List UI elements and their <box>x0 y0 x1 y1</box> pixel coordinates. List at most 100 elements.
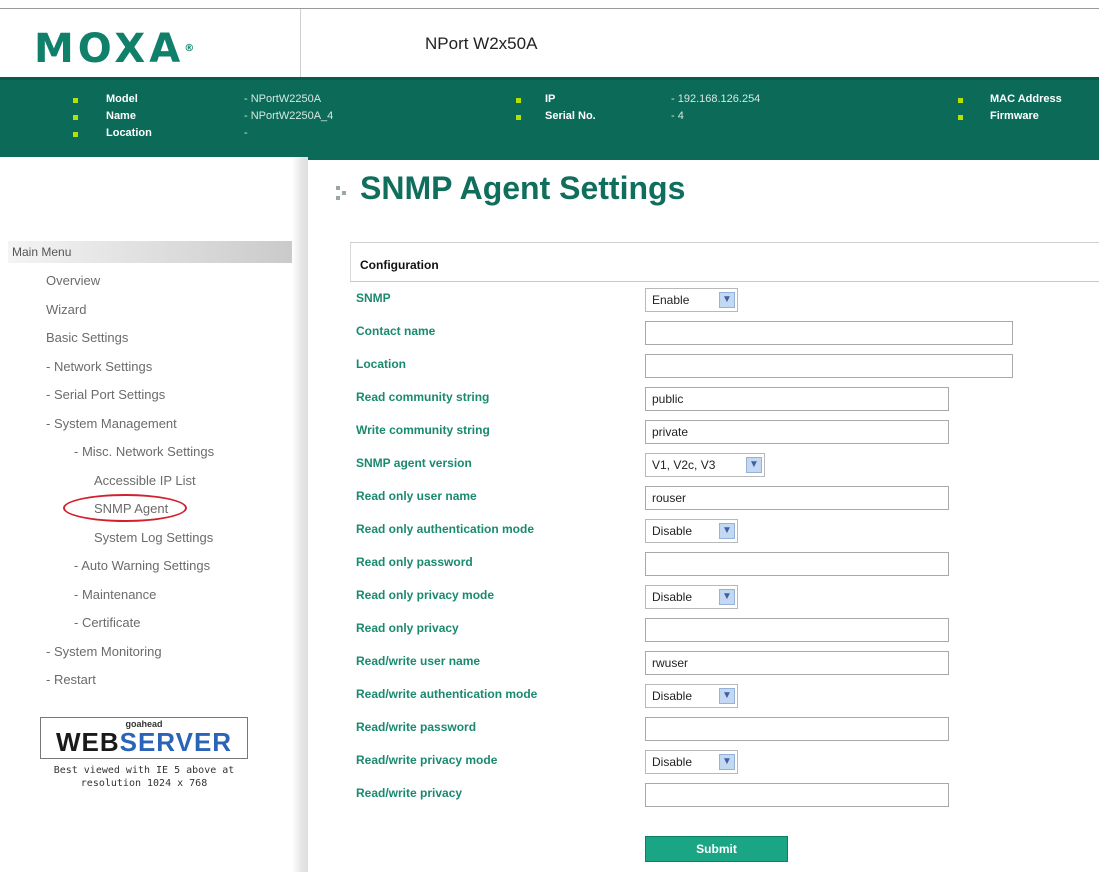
moxa-logo[interactable]: MOXA® <box>34 29 194 69</box>
sidebar-item-misc-network-settings[interactable]: - Misc. Network Settings <box>74 444 214 459</box>
browser-note-line2: resolution 1024 x 768 <box>80 778 208 789</box>
submit-button[interactable]: Submit <box>645 836 788 862</box>
device-info-bar: Model - NPortW2250A Name - NPortW2250A_4… <box>0 77 1099 160</box>
ro-privacy-input[interactable] <box>645 618 949 642</box>
read-community-label: Read community string <box>356 390 490 404</box>
ro-privacy-mode-select[interactable]: Disable ▼ <box>645 585 738 609</box>
mac-label: MAC Address <box>990 93 1062 105</box>
logo-text: MOXA <box>34 26 185 72</box>
location-input[interactable] <box>645 354 1013 378</box>
bullet-icon <box>516 98 521 103</box>
page-title: SNMP Agent Settings <box>360 170 686 206</box>
name-label: Name <box>106 110 136 122</box>
browser-note-line1: Best viewed with IE 5 above at <box>53 765 235 776</box>
webserver-badge[interactable]: goahead WEBSERVER <box>40 717 248 759</box>
rw-auth-mode-select[interactable]: Disable ▼ <box>645 684 738 708</box>
sidebar-item-wizard[interactable]: Wizard <box>46 302 86 317</box>
ro-privacy-mode-value: Disable <box>652 590 693 604</box>
agent-version-label: SNMP agent version <box>356 456 472 470</box>
contact-name-label: Contact name <box>356 324 436 338</box>
sidebar-item-restart[interactable]: - Restart <box>46 672 96 687</box>
sidebar-item-certificate[interactable]: - Certificate <box>74 615 140 630</box>
rw-username-label: Read/write user name <box>356 654 481 668</box>
logo-area: MOXA® <box>0 9 300 77</box>
chevron-down-icon[interactable]: ▼ <box>719 688 735 704</box>
ro-username-input[interactable] <box>645 486 949 510</box>
window-top-border <box>0 0 1099 9</box>
chevron-down-icon[interactable]: ▼ <box>746 457 762 473</box>
chevron-down-icon[interactable]: ▼ <box>719 589 735 605</box>
rw-privacy-mode-label: Read/write privacy mode <box>356 753 498 767</box>
badge-webserver-text: WEBSERVER <box>41 728 247 756</box>
model-label: Model <box>106 93 138 105</box>
model-value: - NPortW2250A <box>244 93 322 105</box>
name-value: - NPortW2250A_4 <box>244 110 334 122</box>
agent-version-select[interactable]: V1, V2c, V3 ▼ <box>645 453 765 477</box>
rw-auth-mode-label: Read/write authentication mode <box>356 687 538 701</box>
contact-name-input[interactable] <box>645 321 1013 345</box>
bullet-icon <box>73 98 78 103</box>
sidebar-item-system-log-settings[interactable]: System Log Settings <box>94 530 213 545</box>
ro-username-label: Read only user name <box>356 489 477 503</box>
write-community-label: Write community string <box>356 423 490 437</box>
ro-password-label: Read only password <box>356 555 473 569</box>
sidebar-item-overview[interactable]: Overview <box>46 273 100 288</box>
snmp-select-value: Enable <box>652 293 690 307</box>
section-border <box>350 243 351 281</box>
sidebar-divider <box>292 157 308 872</box>
ro-auth-mode-label: Read only authentication mode <box>356 522 535 536</box>
bullet-icon <box>516 115 521 120</box>
sidebar: Main Menu Overview Wizard Basic Settings… <box>0 157 306 872</box>
rw-auth-mode-value: Disable <box>652 689 693 703</box>
chevron-down-icon[interactable]: ▼ <box>719 292 735 308</box>
sidebar-item-serial-port-settings[interactable]: - Serial Port Settings <box>46 387 165 402</box>
rw-password-input[interactable] <box>645 717 949 741</box>
snmp-agent-highlight-circle <box>63 494 187 522</box>
ro-privacy-mode-label: Read only privacy mode <box>356 588 495 602</box>
location-label: Location <box>106 127 152 139</box>
agent-version-value: V1, V2c, V3 <box>652 458 716 472</box>
ip-value: - 192.168.126.254 <box>671 93 761 105</box>
sidebar-item-network-settings[interactable]: - Network Settings <box>46 359 152 374</box>
rw-username-input[interactable] <box>645 651 949 675</box>
section-title: Configuration <box>360 258 439 272</box>
firmware-label: Firmware <box>990 110 1039 122</box>
sidebar-item-system-management[interactable]: - System Management <box>46 416 177 431</box>
chevron-down-icon[interactable]: ▼ <box>719 523 735 539</box>
rw-privacy-label: Read/write privacy <box>356 786 463 800</box>
snmp-select[interactable]: Enable ▼ <box>645 288 738 312</box>
snmp-label: SNMP <box>356 291 391 305</box>
location-value: - <box>244 127 248 139</box>
bullet-icon <box>958 98 963 103</box>
bullet-icon <box>73 132 78 137</box>
serial-value: - 4 <box>671 110 684 122</box>
configuration-section-header: Configuration <box>350 242 1099 282</box>
ro-password-input[interactable] <box>645 552 949 576</box>
main-menu-header: Main Menu <box>8 241 306 263</box>
ro-auth-mode-select[interactable]: Disable ▼ <box>645 519 738 543</box>
write-community-input[interactable] <box>645 420 949 444</box>
logo-registered-mark: ® <box>184 43 195 54</box>
sidebar-item-maintenance[interactable]: - Maintenance <box>74 587 156 602</box>
badge-server-text: SERVER <box>119 727 233 757</box>
sidebar-item-system-monitoring[interactable]: - System Monitoring <box>46 644 162 659</box>
ro-auth-mode-value: Disable <box>652 524 693 538</box>
sidebar-item-auto-warning-settings[interactable]: - Auto Warning Settings <box>74 558 210 573</box>
location-field-label: Location <box>356 357 406 371</box>
read-community-input[interactable] <box>645 387 949 411</box>
bullet-icon <box>958 115 963 120</box>
badge-web-text: WEB <box>55 727 120 757</box>
ro-privacy-label: Read only privacy <box>356 621 459 635</box>
rw-privacy-mode-select[interactable]: Disable ▼ <box>645 750 738 774</box>
title-dots-icon <box>336 186 354 200</box>
main-menu-title: Main Menu <box>12 245 72 259</box>
rw-password-label: Read/write password <box>356 720 477 734</box>
chevron-down-icon[interactable]: ▼ <box>719 754 735 770</box>
product-name: NPort W2x50A <box>425 34 538 53</box>
rw-privacy-mode-value: Disable <box>652 755 693 769</box>
product-header: NPort W2x50A <box>300 9 1099 77</box>
rw-privacy-input[interactable] <box>645 783 949 807</box>
bullet-icon <box>73 115 78 120</box>
sidebar-item-basic-settings[interactable]: Basic Settings <box>46 330 128 345</box>
sidebar-item-accessible-ip-list[interactable]: Accessible IP List <box>94 473 196 488</box>
